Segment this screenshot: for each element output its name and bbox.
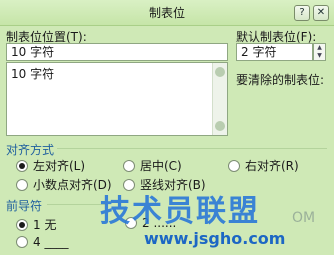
leader-separator	[47, 204, 107, 205]
watermark-url: www.jsgho.com	[144, 229, 286, 248]
spin-down-icon[interactable]: ▼	[314, 52, 325, 60]
leader-underline-label: 4 ____	[33, 235, 69, 249]
spin-up-icon[interactable]: ▲	[314, 44, 325, 52]
radio-selected-icon[interactable]	[16, 218, 28, 231]
tab-position-input[interactable]: 10 字符	[6, 43, 228, 61]
radio-icon[interactable]	[16, 178, 28, 191]
align-left-radio[interactable]: 左对齐(L)	[16, 157, 85, 174]
radio-icon[interactable]	[123, 159, 135, 172]
list-item[interactable]: 10 字符	[11, 65, 54, 82]
scroll-down-icon[interactable]	[215, 121, 225, 131]
leader-none-radio[interactable]: 1 无	[16, 216, 56, 233]
alignment-separator	[57, 148, 327, 149]
default-tab-spinner[interactable]: ▲ ▼	[313, 43, 326, 61]
align-decimal-radio[interactable]: 小数点对齐(D)	[16, 176, 112, 193]
clear-tabs-label: 要清除的制表位:	[236, 73, 325, 87]
alignment-group-title: 对齐方式	[6, 143, 55, 157]
leader-underline-radio[interactable]: 4 ____	[16, 235, 68, 249]
close-button[interactable]: ✕	[313, 5, 329, 21]
align-center-radio[interactable]: 居中(C)	[123, 157, 182, 174]
radio-selected-icon[interactable]	[16, 159, 28, 172]
radio-icon[interactable]	[228, 159, 240, 172]
tab-position-list[interactable]: 10 字符	[6, 62, 228, 136]
align-right-label: 右对齐(R)	[245, 159, 299, 173]
radio-icon[interactable]	[16, 236, 28, 248]
align-right-radio[interactable]: 右对齐(R)	[228, 157, 299, 174]
leader-none-label: 1 无	[33, 218, 57, 232]
watermark-ghost-text: OM	[292, 210, 316, 226]
vertical-scrollbar[interactable]	[212, 63, 227, 135]
dialog-title: 制表位	[148, 6, 185, 20]
align-left-label: 左对齐(L)	[33, 159, 86, 173]
watermark-logo-text: 技术员联盟	[100, 194, 260, 229]
leader-group-title: 前导符	[6, 199, 43, 213]
align-center-label: 居中(C)	[140, 159, 182, 173]
scroll-up-icon[interactable]	[215, 67, 225, 77]
default-tab-input[interactable]: 2 字符	[236, 43, 313, 61]
help-button[interactable]: ?	[294, 5, 310, 21]
